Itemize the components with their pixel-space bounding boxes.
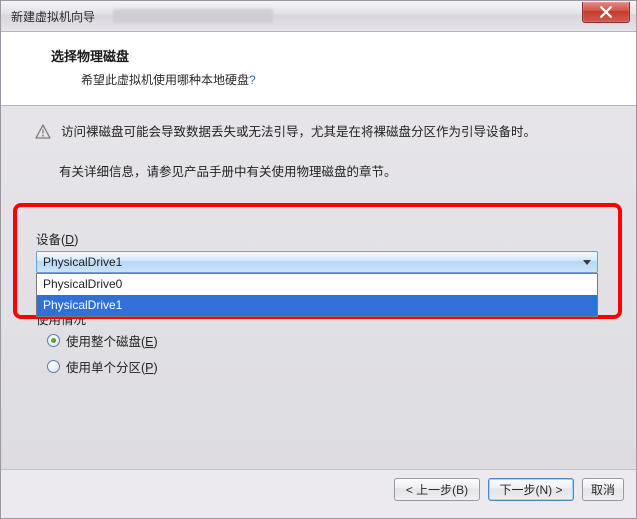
warning-row: 访问裸磁盘可能会导致数据丢失或无法引导，尤其是在将裸磁盘分区作为引导设备时。 — [35, 122, 608, 147]
usage-entire-label: 使用整个磁盘(E) — [66, 331, 158, 350]
warning-icon — [35, 124, 51, 147]
info-text: 有关详细信息，请参见产品手册中有关使用物理磁盘的章节。 — [59, 161, 608, 180]
device-dropdown-list: PhysicalDrive0 PhysicalDrive1 — [36, 273, 598, 317]
titlebar-blur-region — [113, 9, 273, 23]
cancel-button[interactable]: 取消 — [582, 478, 624, 501]
help-question-mark: ? — [249, 73, 256, 87]
usage-partition-row[interactable]: 使用单个分区(P) — [47, 357, 158, 376]
device-dropdown[interactable]: PhysicalDrive1 — [36, 251, 598, 273]
close-icon — [600, 6, 612, 18]
wizard-footer: < 上一步(B) 下一步(N) > 取消 — [1, 469, 636, 518]
device-option-1[interactable]: PhysicalDrive1 — [37, 295, 597, 316]
wizard-body: 访问裸磁盘可能会导致数据丢失或无法引导，尤其是在将裸磁盘分区作为引导设备时。 有… — [13, 110, 628, 478]
device-dropdown-value: PhysicalDrive1 — [43, 255, 583, 269]
titlebar[interactable]: 新建虚拟机向导 — [1, 1, 636, 32]
back-button[interactable]: < 上一步(B) — [394, 478, 480, 501]
device-option-0[interactable]: PhysicalDrive0 — [37, 274, 597, 295]
page-subtitle: 希望此虚拟机使用哪种本地硬盘? — [81, 71, 612, 88]
window-title: 新建虚拟机向导 — [11, 8, 95, 25]
close-button[interactable] — [582, 2, 630, 23]
wizard-header: 选择物理磁盘 希望此虚拟机使用哪种本地硬盘? — [1, 32, 636, 106]
usage-partition-label: 使用单个分区(P) — [66, 357, 158, 376]
warning-text: 访问裸磁盘可能会导致数据丢失或无法引导，尤其是在将裸磁盘分区作为引导设备时。 — [61, 122, 608, 143]
device-label: 设备(D) — [36, 229, 78, 248]
usage-entire-row[interactable]: 使用整个磁盘(E) — [47, 331, 158, 350]
wizard-window: 新建虚拟机向导 选择物理磁盘 希望此虚拟机使用哪种本地硬盘? 访问裸磁盘可能会导… — [0, 0, 637, 519]
next-button[interactable]: 下一步(N) > — [488, 478, 574, 501]
radio-single-partition[interactable] — [47, 360, 60, 373]
page-title: 选择物理磁盘 — [51, 46, 612, 65]
radio-entire-disk[interactable] — [47, 334, 60, 347]
chevron-down-icon — [583, 258, 591, 266]
